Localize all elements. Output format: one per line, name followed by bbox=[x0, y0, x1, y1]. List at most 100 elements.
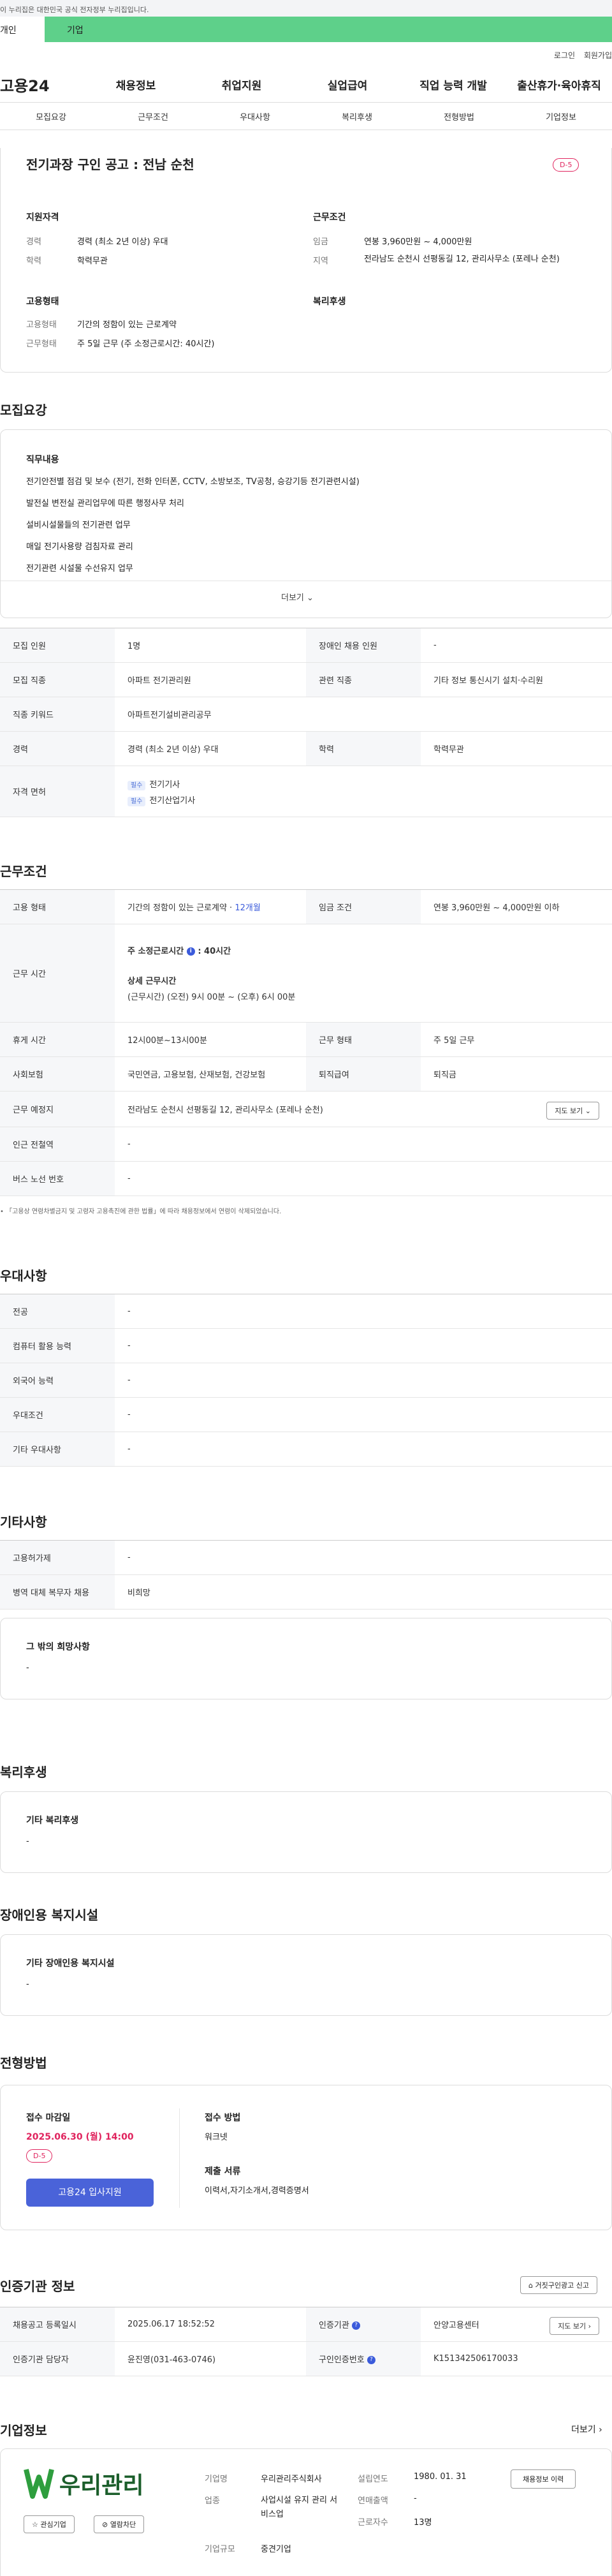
section-nav: 모집요강 근무조건 우대사항 복리후생 전형방법 기업정보 bbox=[0, 102, 612, 130]
block-button[interactable]: ⊘ 열람차단 bbox=[94, 2515, 145, 2533]
duty-item: 매일 전기사용량 검침자료 관리 bbox=[26, 542, 133, 552]
cell-label: 사회보험 bbox=[0, 1056, 115, 1092]
license-name: 전기기사 bbox=[149, 780, 180, 790]
util-links: 로그인 회원가입 bbox=[0, 42, 612, 66]
cell-value: 1명 bbox=[127, 642, 141, 651]
company-sales: - bbox=[414, 2494, 417, 2503]
emp-value: 기간의 정함이 있는 근로계약 bbox=[77, 320, 177, 330]
login-link[interactable]: 로그인 bbox=[554, 51, 575, 60]
favorite-label: 관심기업 bbox=[40, 2520, 66, 2529]
cell-label: 외국어 능력 bbox=[0, 1363, 115, 1398]
tab-personal[interactable]: 개인 bbox=[0, 17, 45, 42]
job-title: 전기과장 구인 공고 : 전남 순천 bbox=[26, 157, 194, 172]
section-nav-welfare[interactable]: 복리후생 bbox=[306, 110, 408, 122]
home-icon: ⌂ bbox=[528, 2281, 533, 2290]
company-logo: 우리관리 bbox=[24, 2466, 143, 2501]
welfare-box-value: - bbox=[26, 1837, 29, 1846]
company-more-label: 더보기 bbox=[571, 2425, 596, 2435]
cell-value: - bbox=[127, 1341, 131, 1351]
pref-table: 전공 - 컴퓨터 활용 능력 - 외국어 능력 - 우대조건 - 기타 우대사항 - bbox=[0, 1294, 612, 1467]
nav-parental-leave[interactable]: 출산휴가·육아휴직 bbox=[506, 77, 612, 93]
facility-box-value: - bbox=[26, 1980, 29, 1989]
cell-label: 관련 직종 bbox=[306, 662, 421, 697]
cell-label: 인증기관 bbox=[319, 2321, 349, 2330]
company-name-label: 기업명 bbox=[205, 2475, 228, 2484]
chevron-down-icon: ⌄ bbox=[585, 1107, 591, 1115]
join-link[interactable]: 회원가입 bbox=[584, 51, 612, 60]
cell-label: 직종 키워드 bbox=[0, 697, 115, 732]
company-sales-label: 연매출액 bbox=[358, 2496, 388, 2506]
dday-badge: D-5 bbox=[553, 158, 579, 172]
cell-value: - bbox=[127, 1553, 131, 1562]
job-summary-card: 전기과장 구인 공고 : 전남 순천 D-5 지원자격 경력 경력 (최소 2년… bbox=[0, 148, 612, 373]
nav-training[interactable]: 직업 능력 개발 bbox=[400, 77, 506, 93]
star-icon: ☆ bbox=[32, 2520, 38, 2529]
nav-unemployment[interactable]: 실업급여 bbox=[295, 77, 400, 93]
cell-value: - bbox=[127, 1307, 131, 1316]
deadline-value: 2025.06.30 (월) 14:00 bbox=[26, 2132, 134, 2142]
duty-item: 발전실 변전실 관리업무에 따른 행정사무 처리 bbox=[26, 499, 184, 508]
map-button[interactable]: 지도 보기 ⌄ bbox=[546, 1102, 599, 1120]
cell-label: 근무 시간 bbox=[0, 924, 115, 1023]
cert-title: 인증기관 정보 bbox=[0, 2279, 75, 2294]
cell-label: 기타 우대사항 bbox=[0, 1432, 115, 1467]
cell-value: 경력 (최소 2년 이상) 우대 bbox=[127, 745, 219, 755]
favorite-button[interactable]: ☆ 관심기업 bbox=[24, 2515, 75, 2533]
weekly-label: 주 소정근로시간 bbox=[127, 947, 184, 956]
cell-label: 고용 형태 bbox=[0, 889, 115, 924]
map-button[interactable]: 지도 보기 › bbox=[550, 2317, 599, 2335]
map-label: 지도 보기 bbox=[558, 2322, 586, 2330]
other-wish-value: - bbox=[26, 1663, 29, 1673]
method-label: 접수 방법 bbox=[205, 2113, 241, 2123]
section-nav-recruit[interactable]: 모집요강 bbox=[0, 110, 102, 122]
section-nav-company[interactable]: 기업정보 bbox=[510, 110, 612, 122]
section-nav-workcond[interactable]: 근무조건 bbox=[102, 110, 204, 122]
cell-value: 전라남도 순천시 선평동길 12, 관리사무소 (포레나 순천) bbox=[127, 1106, 323, 1115]
emp-label: 근무형태 bbox=[26, 339, 57, 349]
chevron-right-icon: › bbox=[599, 2425, 602, 2435]
workcond-table: 고용 형태 기간의 정함이 있는 근로계약 · 12개월 임금 조건 연봉 3,960… bbox=[0, 889, 612, 1196]
welfare-section-title: 복리후생 bbox=[0, 1765, 47, 1780]
company-size-label: 기업규모 bbox=[205, 2545, 235, 2554]
cell-value: 주 5일 근무 bbox=[433, 1036, 475, 1046]
info-icon[interactable]: ? bbox=[367, 2356, 375, 2364]
section-nav-pref[interactable]: 우대사항 bbox=[204, 110, 306, 122]
cell-value: 안양고용센터 bbox=[433, 2321, 479, 2330]
info-icon[interactable]: i bbox=[186, 947, 195, 956]
workcond-title: 근무조건 bbox=[0, 864, 47, 879]
cond-label: 임금 bbox=[313, 237, 328, 247]
company-card: 우리관리 ☆ 관심기업 ⊘ 열람차단 기업명 우리관리주식회사 설립연도 198… bbox=[0, 2448, 612, 2576]
site-logo[interactable]: 고용24 bbox=[0, 73, 83, 96]
nav-employment-support[interactable]: 취업지원 bbox=[189, 77, 295, 93]
qual-value: 경력 (최소 2년 이상) 우대 bbox=[77, 237, 168, 247]
main-nav: 고용24 채용정보 취업지원 실업급여 직업 능력 개발 출산휴가·육아휴직 bbox=[0, 66, 612, 102]
company-more-link[interactable]: 더보기 › bbox=[571, 2423, 602, 2436]
qual-title: 지원자격 bbox=[26, 212, 59, 223]
cell-value: - bbox=[127, 1375, 131, 1385]
cell-value: 비희망 bbox=[127, 1588, 150, 1598]
cell-label: 휴게 시간 bbox=[0, 1022, 115, 1057]
job-history-button[interactable]: 채용정보 이력 bbox=[511, 2469, 576, 2489]
cell-value: 국민연금, 고용보험, 산재보험, 건강보험 bbox=[127, 1070, 266, 1080]
report-button[interactable]: ⌂ 거짓구인광고 신고 bbox=[520, 2276, 597, 2294]
other-wish-title: 그 밖의 희망사항 bbox=[26, 1642, 90, 1652]
duty-item: 전기관련 시설물 수선유지 업무 bbox=[26, 564, 133, 574]
cell-label: 인증기관 담당자 bbox=[0, 2341, 115, 2376]
cell-label: 컴퓨터 활용 능력 bbox=[0, 1328, 115, 1363]
age-note-text: 「고용상 연령차별금지 및 고령자 고용촉진에 관한 법률」에 따라 채용정보에… bbox=[6, 1208, 282, 1215]
emp-period: 12개월 bbox=[235, 903, 261, 913]
report-label: 거짓구인광고 신고 bbox=[535, 2281, 589, 2290]
map-label: 지도 보기 bbox=[555, 1107, 583, 1115]
nav-jobs[interactable]: 채용정보 bbox=[83, 77, 189, 93]
more-button[interactable]: 더보기 ⌄ bbox=[281, 591, 314, 603]
cert-table: 채용공고 등록일시 2025.06.17 18:52:52 인증기관 ? 안양고용센터… bbox=[0, 2307, 612, 2376]
info-icon[interactable]: ? bbox=[351, 2321, 360, 2330]
section-nav-process[interactable]: 전형방법 bbox=[408, 110, 510, 122]
apply-button[interactable]: 고용24 입사지원 bbox=[26, 2179, 154, 2207]
cell-value: 기타 정보 통신시기 설치·수리원 bbox=[433, 676, 544, 686]
cell-label: 모집 직종 bbox=[0, 662, 115, 697]
deadline-label: 접수 마감일 bbox=[26, 2113, 71, 2123]
gov-notice: 이 누리집은 대한민국 공식 전자정부 누리집입니다. bbox=[0, 6, 149, 14]
cell-value: 연봉 3,960만원 ~ 4,000만원 이하 bbox=[433, 903, 560, 913]
tab-company[interactable]: 기업 bbox=[45, 17, 612, 42]
